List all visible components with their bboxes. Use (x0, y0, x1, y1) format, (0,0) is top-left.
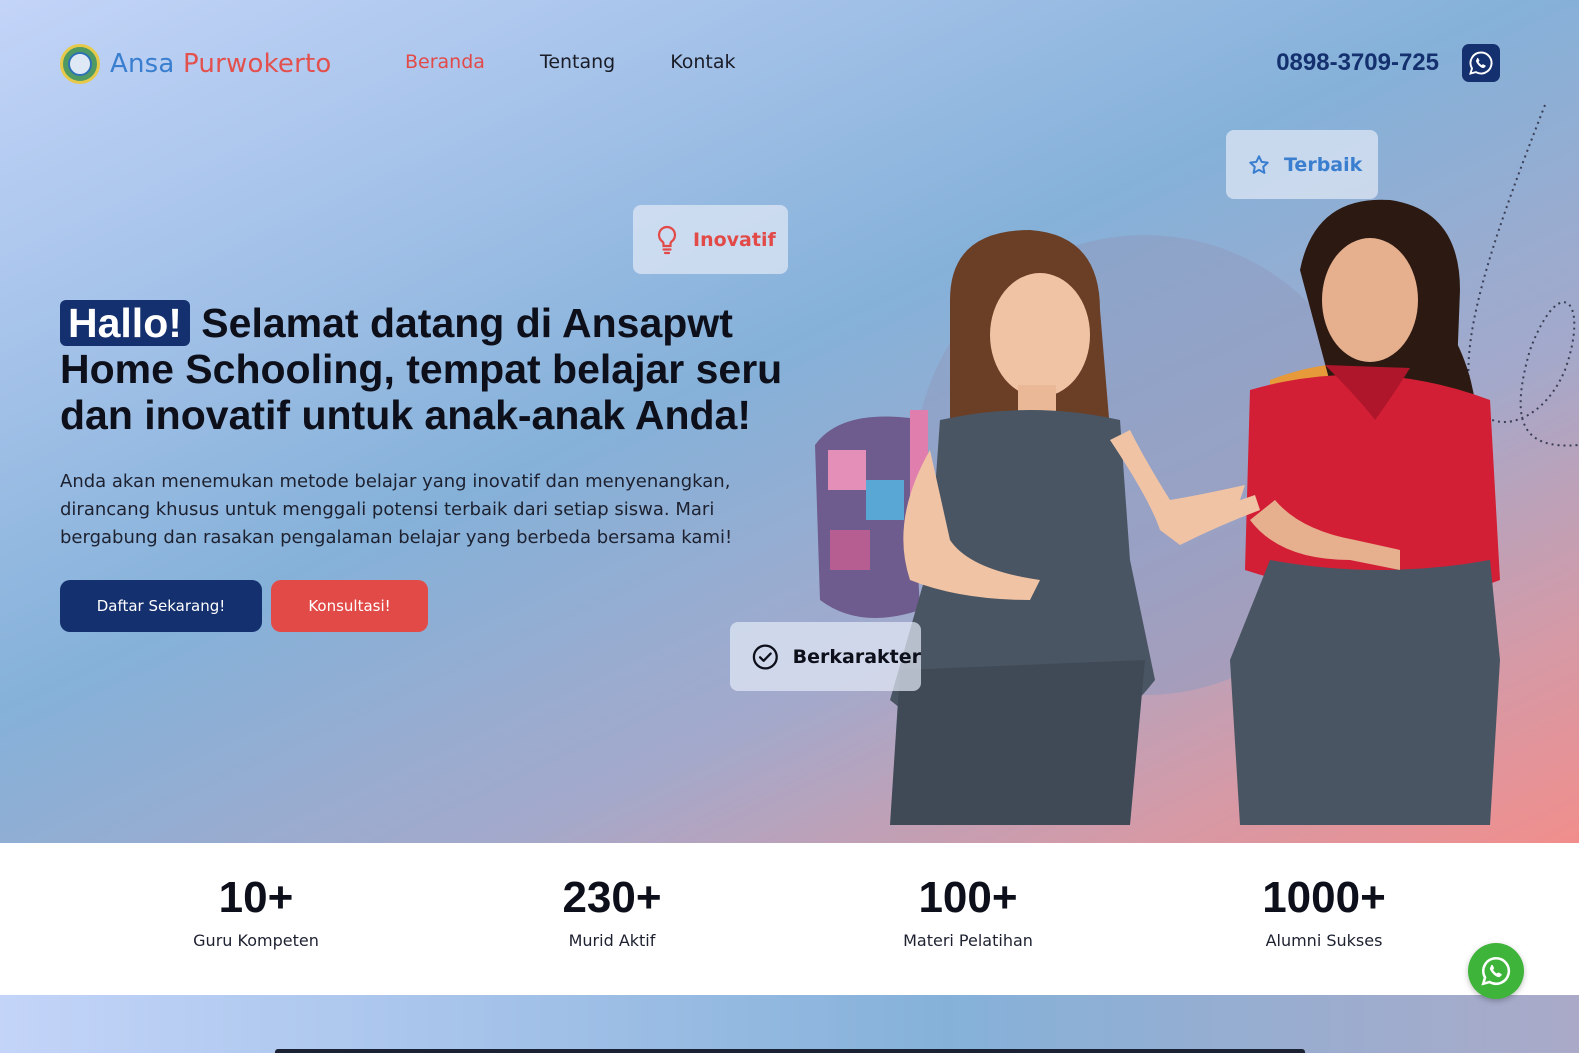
badge-inovatif: Inovatif (633, 205, 788, 274)
brand-logo[interactable]: Ansa Purwokerto (60, 44, 332, 84)
stat-materi: 100+ Materi Pelatihan (818, 873, 1118, 950)
stat-value: 10+ (218, 873, 294, 922)
whatsapp-header-button[interactable] (1462, 44, 1500, 82)
brand-name: Ansa Purwokerto (110, 49, 332, 79)
badge-inovatif-label: Inovatif (693, 228, 776, 251)
stat-murid: 230+ Murid Aktif (462, 873, 762, 950)
stat-label: Alumni Sukses (1265, 931, 1383, 950)
stat-value: 1000+ (1262, 873, 1386, 922)
stat-alumni: 1000+ Alumni Sukses (1174, 873, 1474, 950)
nav-link-tentang[interactable]: Tentang (540, 51, 615, 73)
nav-link-kontak[interactable]: Kontak (670, 51, 735, 73)
hero-section: Ansa Purwokerto Beranda Tentang Kontak 0… (0, 0, 1579, 843)
consultation-button[interactable]: Konsultasi! (271, 580, 428, 632)
phone-number[interactable]: 0898-3709-725 (1276, 49, 1439, 77)
next-section-card-edge (275, 1049, 1305, 1053)
badge-berkarakter: Berkarakter (730, 622, 921, 691)
stat-value: 100+ (918, 873, 1018, 922)
brand-name-part1: Ansa (110, 49, 175, 79)
badge-berkarakter-label: Berkarakter (792, 645, 921, 668)
students-illustration (815, 104, 1579, 825)
main-nav: Beranda Tentang Kontak (405, 51, 736, 73)
check-circle-icon (752, 643, 778, 670)
stat-label: Guru Kompeten (193, 931, 319, 950)
whatsapp-floating-button[interactable] (1468, 943, 1524, 999)
hero-subtitle: Anda akan menemukan metode belajar yang … (60, 471, 733, 548)
stat-label: Murid Aktif (568, 931, 656, 950)
school-emblem-icon (60, 44, 100, 84)
lightbulb-icon (657, 225, 677, 254)
nav-link-beranda[interactable]: Beranda (405, 51, 485, 73)
whatsapp-icon (1469, 51, 1493, 75)
hero-title: Hallo! Selamat datang di Ansapwt Home Sc… (60, 300, 800, 438)
stat-label: Materi Pelatihan (903, 931, 1033, 950)
register-button[interactable]: Daftar Sekarang! (60, 580, 262, 632)
next-section-preview (0, 995, 1579, 1053)
stats-section: 10+ Guru Kompeten 230+ Murid Aktif 100+ … (0, 843, 1579, 995)
stat-guru: 10+ Guru Kompeten (106, 873, 406, 950)
whatsapp-icon (1481, 956, 1511, 986)
brand-name-part2: Purwokerto (183, 49, 332, 79)
stat-value: 230+ (562, 873, 662, 922)
hero-title-highlight: Hallo! (60, 300, 190, 346)
